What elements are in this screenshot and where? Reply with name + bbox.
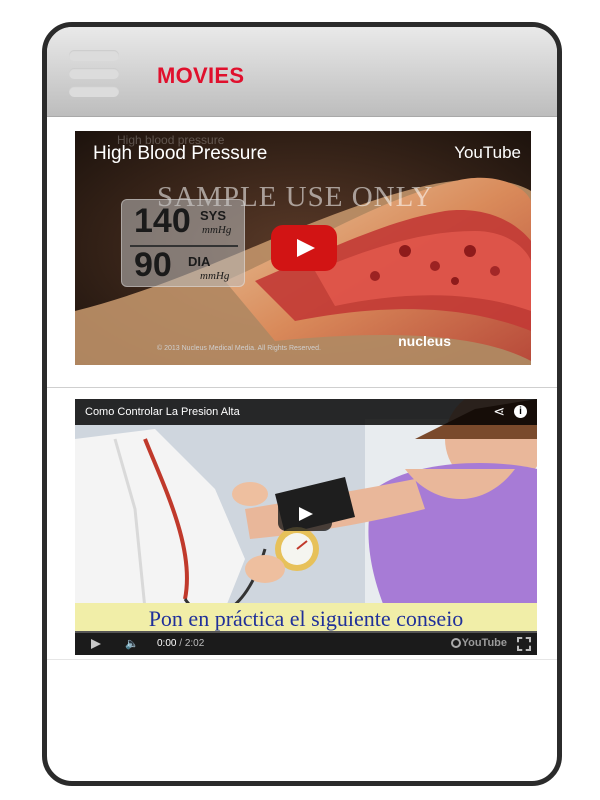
video-player-presion-alta[interactable]: Como Controlar La Presion Alta ⋖ i Pon e… xyxy=(75,399,537,655)
time-current: 0:00 xyxy=(157,638,177,649)
page-title: MOVIES xyxy=(157,63,245,88)
video-controls: 🔈 0:00 / 2:02 YouTube xyxy=(75,633,537,655)
time-duration: 2:02 xyxy=(184,638,205,649)
video-top-bar: Como Controlar La Presion Alta ⋖ i xyxy=(75,399,537,425)
video-title[interactable]: Como Controlar La Presion Alta xyxy=(85,406,240,418)
volume-icon[interactable]: 🔈 xyxy=(125,637,139,650)
share-icon[interactable]: ⋖ xyxy=(493,403,505,420)
time-separator: / xyxy=(176,638,185,649)
systolic-value: 140 xyxy=(134,202,191,240)
diastolic-unit: mmHg xyxy=(200,270,230,282)
blood-pressure-overlay: 140 SYS mmHg 90 DIA mmHg xyxy=(121,199,245,287)
play-button-icon[interactable] xyxy=(278,497,332,531)
time-display: 0:00 / 2:02 xyxy=(157,638,204,649)
video-caption: Pon en práctica el siguiente conseio xyxy=(75,603,537,633)
youtube-logo[interactable]: YouTube xyxy=(462,637,507,649)
hamburger-menu-icon[interactable] xyxy=(69,50,119,98)
app-header: MOVIES xyxy=(47,27,557,117)
systolic-label: SYS xyxy=(200,208,227,223)
phone-frame: MOVIES High blood pressure High Blood Pr… xyxy=(42,22,562,786)
nucleus-logo: nucleus xyxy=(398,333,451,349)
fullscreen-icon[interactable] xyxy=(517,637,531,651)
video-divider xyxy=(47,387,557,388)
menu-bar xyxy=(69,86,119,97)
youtube-label[interactable]: YouTube xyxy=(454,143,521,163)
diastolic-label: DIA xyxy=(188,254,211,269)
copyright-text: © 2013 Nucleus Medical Media. All Rights… xyxy=(157,345,321,352)
video-player-high-blood-pressure[interactable]: High blood pressure High Blood Pressure … xyxy=(75,131,531,365)
play-icon[interactable] xyxy=(91,639,101,649)
menu-bar xyxy=(69,50,119,61)
info-icon[interactable]: i xyxy=(514,405,527,418)
content-divider xyxy=(47,659,557,660)
diastolic-value: 90 xyxy=(134,246,172,284)
systolic-unit: mmHg xyxy=(202,224,232,236)
watch-later-icon[interactable] xyxy=(451,638,461,648)
youtube-play-icon[interactable] xyxy=(271,225,337,271)
video-title[interactable]: High Blood Pressure xyxy=(93,143,267,165)
menu-bar xyxy=(69,68,119,79)
